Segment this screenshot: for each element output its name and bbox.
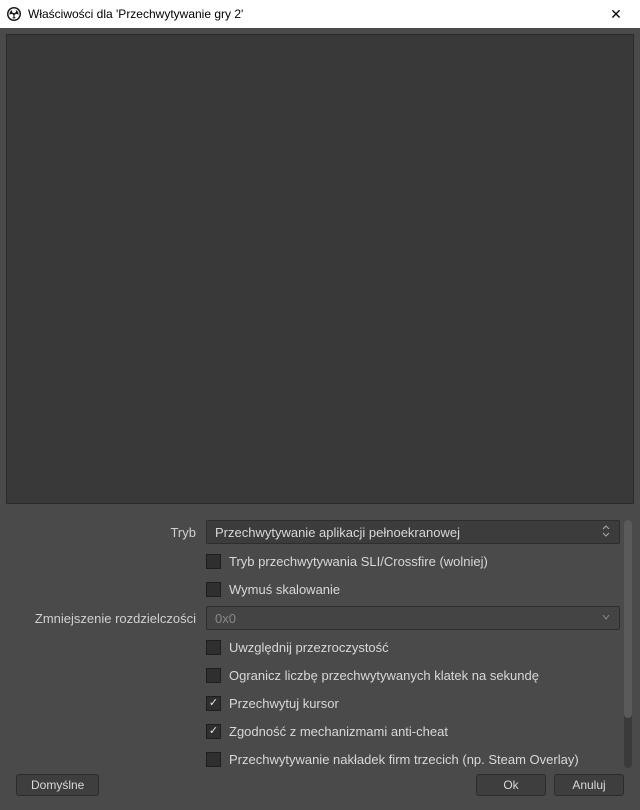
- close-button[interactable]: ✕: [598, 6, 634, 23]
- resolution-select: 0x0: [206, 606, 620, 630]
- mode-select-value: Przechwytywanie aplikacji pełnoekranowej: [215, 525, 460, 540]
- capture-cursor-label[interactable]: Przechwytuj kursor: [229, 696, 339, 711]
- limit-fps-label[interactable]: Ogranicz liczbę przechwytywanych klatek …: [229, 668, 539, 683]
- mode-label: Tryb: [6, 525, 206, 540]
- cancel-button[interactable]: Anuluj: [554, 774, 624, 796]
- chevron-down-icon: [601, 612, 611, 625]
- updown-icon: [601, 524, 611, 541]
- scrollbar-thumb[interactable]: [624, 520, 632, 718]
- resolution-value: 0x0: [215, 611, 236, 626]
- preview-area: [6, 34, 634, 504]
- footer: Domyślne Ok Anuluj: [6, 768, 634, 804]
- capture-cursor-checkbox[interactable]: [206, 696, 221, 711]
- sli-label[interactable]: Tryb przechwytywania SLI/Crossfire (woln…: [229, 554, 488, 569]
- titlebar: Właściwości dla 'Przechwytywanie gry 2' …: [0, 0, 640, 28]
- anticheat-label[interactable]: Zgodność z mechanizmami anti-cheat: [229, 724, 448, 739]
- app-icon: [6, 6, 22, 22]
- defaults-button[interactable]: Domyślne: [16, 774, 99, 796]
- overlay-label[interactable]: Przechwytywanie nakładek firm trzecich (…: [229, 752, 579, 767]
- mode-select[interactable]: Przechwytywanie aplikacji pełnoekranowej: [206, 520, 620, 544]
- ok-button[interactable]: Ok: [476, 774, 546, 796]
- properties-form: Tryb Przechwytywanie aplikacji pełnoekra…: [6, 520, 634, 768]
- force-scale-label[interactable]: Wymuś skalowanie: [229, 582, 340, 597]
- transparency-checkbox[interactable]: [206, 640, 221, 655]
- anticheat-checkbox[interactable]: [206, 724, 221, 739]
- sli-checkbox[interactable]: [206, 554, 221, 569]
- content: Tryb Przechwytywanie aplikacji pełnoekra…: [0, 28, 640, 810]
- force-scale-checkbox[interactable]: [206, 582, 221, 597]
- transparency-label[interactable]: Uwzględnij przezroczystość: [229, 640, 389, 655]
- window-title: Właściwości dla 'Przechwytywanie gry 2': [28, 7, 598, 21]
- overlay-checkbox[interactable]: [206, 752, 221, 767]
- limit-fps-checkbox[interactable]: [206, 668, 221, 683]
- resolution-label: Zmniejszenie rozdzielczości: [6, 611, 206, 626]
